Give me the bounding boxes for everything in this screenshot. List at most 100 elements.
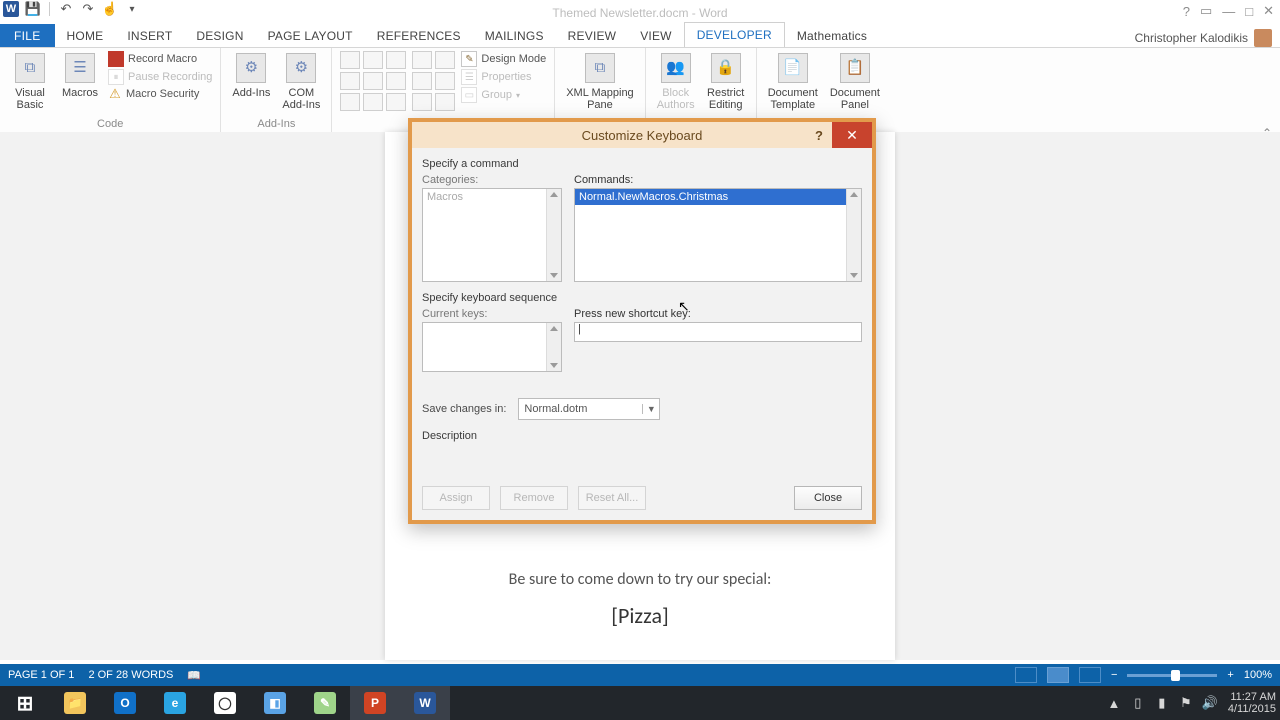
view-web-icon[interactable]: [1079, 667, 1101, 683]
ribbon-tabs: FILE HOME INSERT DESIGN PAGE LAYOUT REFE…: [0, 24, 879, 48]
tray-clock[interactable]: 11:27 AM 4/11/2015: [1228, 691, 1276, 715]
group-button: ▭Group ▾: [461, 87, 546, 103]
current-keys-listbox[interactable]: [422, 322, 562, 372]
ribbon-options-icon[interactable]: ▭: [1200, 3, 1212, 19]
taskbar-app2[interactable]: ✎: [300, 686, 350, 720]
scrollbar[interactable]: [846, 189, 861, 281]
legacy-controls-gallery[interactable]: [412, 51, 455, 111]
close-icon[interactable]: ✕: [1263, 3, 1274, 19]
addins-button[interactable]: ⚙Add-Ins: [229, 51, 273, 101]
categories-listbox[interactable]: Macros: [422, 188, 562, 282]
dialog-titlebar[interactable]: Customize Keyboard ? ✕: [412, 122, 872, 148]
lock-icon: 🔒: [711, 53, 741, 83]
commands-listbox[interactable]: Normal.NewMacros.Christmas: [574, 188, 862, 282]
tray-battery-icon[interactable]: ▯: [1129, 694, 1147, 712]
taskbar-powerpoint[interactable]: P: [350, 686, 400, 720]
group-label-addins: Add-Ins: [229, 116, 323, 133]
tab-page-layout[interactable]: PAGE LAYOUT: [256, 24, 365, 48]
dialog-help-icon[interactable]: ?: [806, 122, 832, 148]
description-label: Description: [422, 430, 862, 442]
account-name: Christopher Kalodikis: [1135, 31, 1248, 45]
current-keys-label: Current keys:: [422, 308, 562, 320]
chevron-down-icon[interactable]: ▼: [642, 404, 659, 414]
close-button[interactable]: Close: [794, 486, 862, 510]
commands-item[interactable]: Normal.NewMacros.Christmas: [575, 189, 861, 205]
record-macro-button[interactable]: Record Macro: [108, 51, 212, 67]
tab-design[interactable]: DESIGN: [184, 24, 255, 48]
scrollbar[interactable]: [546, 189, 561, 281]
categories-label: Categories:: [422, 174, 562, 186]
zoom-in-icon[interactable]: +: [1227, 669, 1233, 681]
maximize-icon[interactable]: □: [1245, 4, 1253, 19]
zoom-out-icon[interactable]: −: [1111, 669, 1117, 681]
xml-mapping-button[interactable]: ⧉XML Mapping Pane: [563, 51, 636, 113]
specify-command-label: Specify a command: [422, 158, 862, 170]
visual-basic-icon: ⧉: [15, 53, 45, 83]
taskbar-word[interactable]: W: [400, 686, 450, 720]
document-text-1: Be sure to come down to try our special:: [0, 570, 1280, 589]
design-mode-button[interactable]: ✎Design Mode: [461, 51, 546, 67]
redo-icon[interactable]: ↷: [80, 1, 96, 17]
design-mode-icon: ✎: [461, 51, 477, 67]
tab-view[interactable]: VIEW: [628, 24, 683, 48]
restrict-editing-button[interactable]: 🔒Restrict Editing: [704, 51, 748, 113]
tab-mathematics[interactable]: Mathematics: [785, 24, 879, 48]
tab-home[interactable]: HOME: [55, 24, 116, 48]
dialog-close-icon[interactable]: ✕: [832, 122, 872, 148]
record-icon: [108, 51, 124, 67]
save-changes-value: Normal.dotm: [519, 403, 642, 415]
controls-gallery[interactable]: [340, 51, 406, 111]
save-icon[interactable]: 💾: [25, 1, 41, 17]
categories-item[interactable]: Macros: [423, 189, 561, 205]
taskbar-outlook[interactable]: O: [100, 686, 150, 720]
tray-time: 11:27 AM: [1228, 691, 1276, 703]
reset-all-button: Reset All...: [578, 486, 646, 510]
document-template-button[interactable]: 📄Document Template: [765, 51, 821, 113]
qat-more-icon[interactable]: ▾: [124, 1, 140, 17]
taskbar-ie[interactable]: e: [150, 686, 200, 720]
tray-volume-icon[interactable]: 🔊: [1201, 694, 1219, 712]
view-print-icon[interactable]: [1047, 667, 1069, 683]
minimize-icon[interactable]: —: [1222, 4, 1235, 19]
zoom-level[interactable]: 100%: [1244, 669, 1272, 681]
help-icon[interactable]: ?: [1183, 4, 1190, 19]
save-changes-combo[interactable]: Normal.dotm ▼: [518, 398, 660, 420]
block-icon: 👥: [661, 53, 691, 83]
taskbar: ⊞ 📁 O e ◯ ◧ ✎ P W ▲ ▯ ▮ ⚑ 🔊 11:27 AM 4/1…: [0, 686, 1280, 720]
account-area[interactable]: Christopher Kalodikis: [1135, 29, 1272, 47]
taskbar-chrome[interactable]: ◯: [200, 686, 250, 720]
window-controls: ? ▭ — □ ✕: [1183, 3, 1274, 19]
view-read-icon[interactable]: [1015, 667, 1037, 683]
tray-up-icon[interactable]: ▲: [1105, 694, 1123, 712]
tab-file[interactable]: FILE: [0, 24, 55, 48]
tab-mailings[interactable]: MAILINGS: [473, 24, 556, 48]
start-button[interactable]: ⊞: [0, 686, 50, 720]
new-shortcut-input[interactable]: |: [574, 322, 862, 342]
macros-button[interactable]: ☰Macros: [58, 51, 102, 101]
document-panel-button[interactable]: 📋Document Panel: [827, 51, 883, 113]
quick-access-toolbar: W 💾 ↶ ↷ ☝ ▾: [3, 1, 140, 17]
taskbar-app1[interactable]: ◧: [250, 686, 300, 720]
touch-mode-icon[interactable]: ☝: [102, 1, 118, 17]
tab-review[interactable]: REVIEW: [556, 24, 629, 48]
tab-references[interactable]: REFERENCES: [365, 24, 473, 48]
tray-action-icon[interactable]: ⚑: [1177, 694, 1195, 712]
pause-icon: ⏸: [108, 69, 124, 85]
tray-network-icon[interactable]: ▮: [1153, 694, 1171, 712]
ribbon-group-addins: ⚙Add-Ins ⚙COM Add-Ins Add-Ins: [221, 48, 332, 133]
tab-developer[interactable]: DEVELOPER: [684, 22, 785, 48]
panel-icon: 📋: [840, 53, 870, 83]
taskbar-explorer[interactable]: 📁: [50, 686, 100, 720]
zoom-slider[interactable]: [1127, 674, 1217, 677]
status-words[interactable]: 2 OF 28 WORDS: [88, 669, 173, 681]
remove-button: Remove: [500, 486, 568, 510]
shield-icon: ⚠: [108, 87, 122, 101]
macro-security-button[interactable]: ⚠Macro Security: [108, 87, 212, 101]
status-page[interactable]: PAGE 1 OF 1: [8, 669, 74, 681]
undo-icon[interactable]: ↶: [58, 1, 74, 17]
tab-insert[interactable]: INSERT: [115, 24, 184, 48]
proofing-icon[interactable]: 📖: [187, 669, 201, 682]
scrollbar[interactable]: [546, 323, 561, 371]
com-addins-button[interactable]: ⚙COM Add-Ins: [279, 51, 323, 113]
visual-basic-button[interactable]: ⧉Visual Basic: [8, 51, 52, 113]
